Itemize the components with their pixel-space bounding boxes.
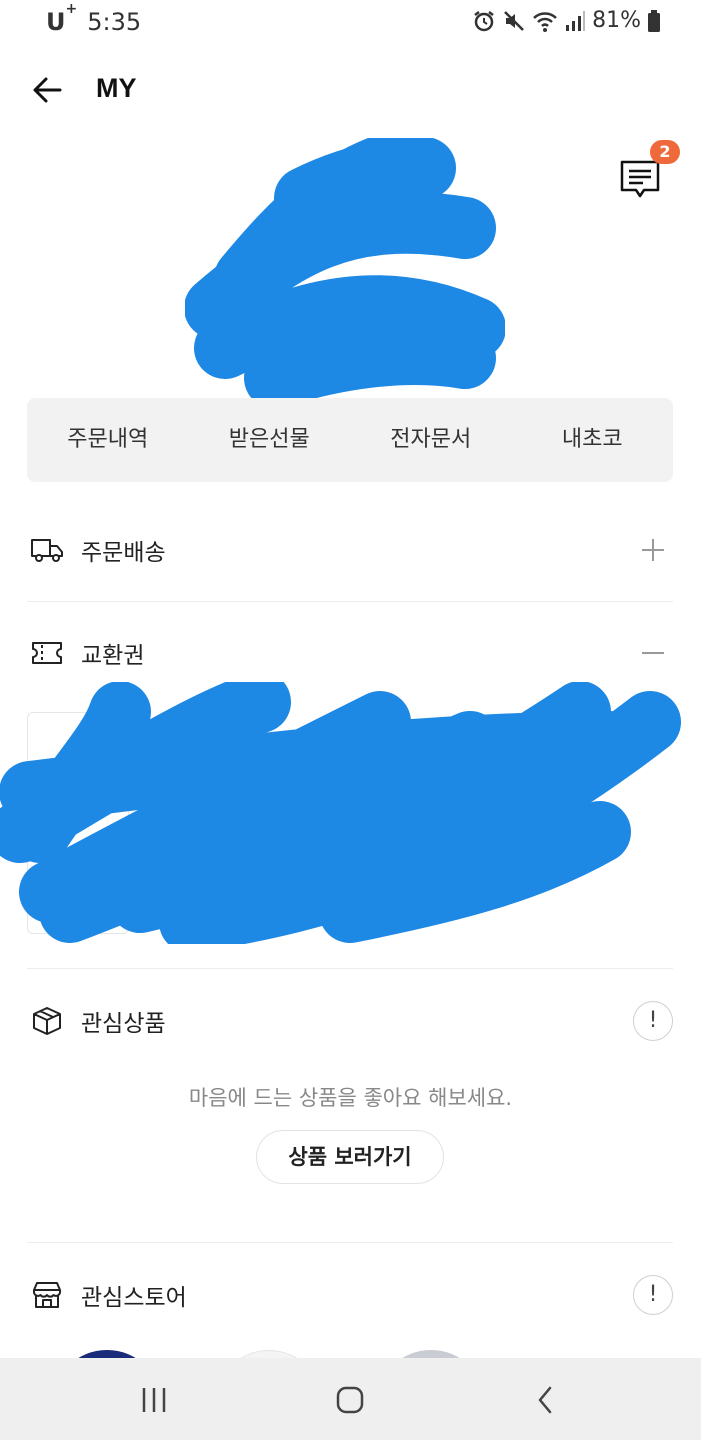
chat-badge: 2 (650, 140, 680, 164)
home-icon[interactable] (326, 1376, 374, 1424)
minus-icon[interactable] (633, 633, 673, 673)
battery-percent: 81% (592, 8, 641, 33)
plus-icon[interactable] (633, 530, 673, 570)
mute-icon (504, 10, 524, 31)
tab-received-gifts[interactable]: 받은선물 (189, 398, 351, 482)
nav-back-icon[interactable] (522, 1376, 570, 1424)
status-time: 5:35 (87, 8, 142, 36)
section-delivery-label: 주문배송 (81, 540, 166, 566)
carrier-label: U+ (46, 1, 78, 36)
status-bar: U+ 5:35 81% (0, 0, 701, 44)
divider (27, 1242, 673, 1243)
recent-apps-icon[interactable] (130, 1376, 178, 1424)
battery-icon (648, 9, 660, 32)
signal-icon (566, 10, 586, 31)
tab-my-choco[interactable]: 내초코 (512, 398, 674, 482)
section-voucher[interactable]: 교환권 (27, 623, 673, 683)
wifi-icon (533, 11, 557, 32)
divider (27, 601, 673, 602)
page-title: MY (96, 73, 137, 103)
section-delivery[interactable]: 주문배송 (27, 520, 673, 580)
tab-e-documents[interactable]: 전자문서 (350, 398, 512, 482)
section-wishlist-label: 관심상품 (81, 1011, 166, 1037)
info-icon[interactable]: ! (633, 1001, 673, 1041)
store-icon (27, 1275, 67, 1315)
section-stores-label: 관심스토어 (81, 1285, 187, 1311)
order-tabs: 주문내역 받은선물 전자문서 내초코 (27, 398, 673, 482)
divider (27, 968, 673, 969)
back-arrow-icon[interactable] (30, 72, 66, 108)
browse-products-button[interactable]: 상품 보러가기 (256, 1130, 444, 1184)
top-bar: MY (0, 60, 701, 120)
alarm-icon (474, 10, 494, 31)
truck-icon (27, 530, 67, 570)
section-voucher-label: 교환권 (81, 643, 145, 669)
ticket-icon (27, 633, 67, 673)
chat-icon[interactable] (618, 158, 662, 202)
status-right: 81% (472, 8, 661, 33)
redaction-scribble-2 (0, 682, 681, 944)
tab-order-history[interactable]: 주문내역 (27, 398, 189, 482)
status-left: U+ 5:35 (46, 1, 142, 36)
wishlist-empty-message: 마음에 드는 상품을 좋아요 해보세요. (188, 1086, 513, 1110)
info-icon[interactable]: ! (633, 1275, 673, 1315)
section-wishlist: 관심상품 ! (27, 991, 673, 1051)
section-stores: 관심스토어 ! (27, 1265, 673, 1325)
system-nav-bar (0, 1358, 701, 1440)
box-icon (27, 1001, 67, 1041)
redaction-scribble (185, 138, 505, 409)
